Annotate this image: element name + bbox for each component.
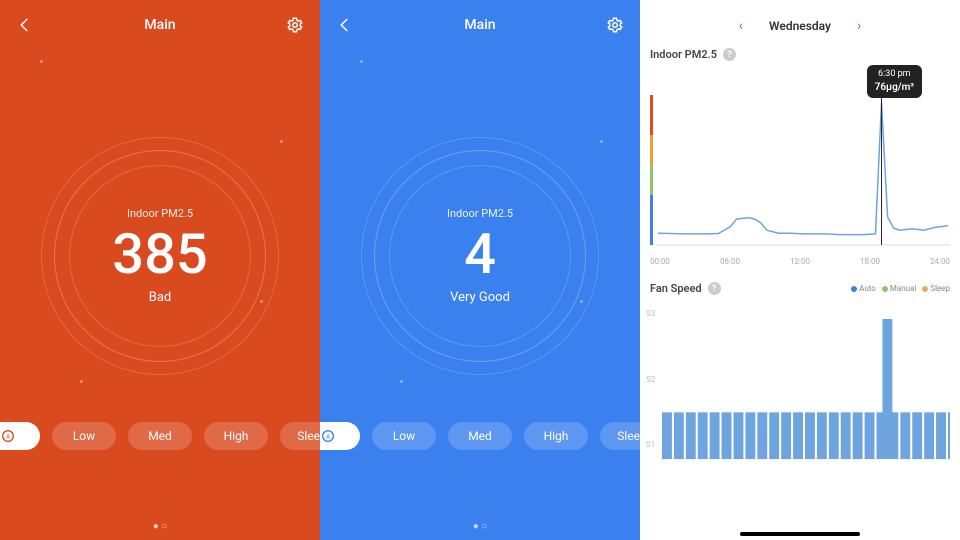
gear-icon[interactable]: [604, 14, 626, 36]
mode-low[interactable]: Low: [372, 422, 436, 450]
day-navigator: ‹ Wednesday ›: [640, 18, 960, 34]
home-indicator: [740, 532, 860, 536]
back-icon[interactable]: [14, 14, 36, 36]
prev-day-icon[interactable]: ‹: [739, 18, 743, 34]
next-day-icon[interactable]: ›: [857, 18, 861, 34]
app-triptych: Main Indoor PM2.5 385 Bad A Low Med High…: [0, 0, 960, 540]
help-icon[interactable]: ?: [708, 282, 721, 295]
fan-chart[interactable]: S3 S2 S1: [650, 299, 950, 469]
metric-status: Bad: [149, 290, 172, 305]
metric-status: Very Good: [450, 290, 510, 305]
topbar: Main: [0, 0, 320, 40]
back-icon[interactable]: [334, 14, 356, 36]
mode-auto[interactable]: A: [0, 422, 40, 450]
mode-selector: A Low Med High Sleep: [0, 422, 320, 450]
pm25-xticks: 00:0006:0012:0018:0024:00: [650, 257, 950, 266]
main-screen-good: Main Indoor PM2.5 4 Very Good A Low Med …: [320, 0, 640, 540]
mode-sleep[interactable]: Sleep: [600, 422, 640, 450]
day-label: Wednesday: [769, 19, 831, 33]
metric-label: Indoor PM2.5: [127, 207, 193, 220]
metric-value: 4: [464, 224, 496, 286]
legend-sleep: Sleep: [922, 284, 950, 293]
help-icon[interactable]: ?: [723, 48, 736, 61]
tooltip-value: 76µg/m³: [875, 81, 914, 94]
history-screen: ‹ Wednesday › Indoor PM2.5 ? 6:30 pm 76µ…: [640, 0, 960, 540]
mode-high[interactable]: High: [524, 422, 588, 450]
legend-auto: Auto: [851, 284, 876, 293]
chart-tooltip: 6:30 pm 76µg/m³: [867, 65, 922, 98]
mode-med[interactable]: Med: [448, 422, 512, 450]
screen-title: Main: [464, 17, 495, 33]
pm25-chart[interactable]: 6:30 pm 76µg/m³: [650, 65, 950, 255]
pm25-section-label: Indoor PM2.5 ?: [650, 48, 960, 61]
mode-low[interactable]: Low: [52, 422, 116, 450]
mode-sleep[interactable]: Sleep: [280, 422, 320, 450]
page-dots: ● ○: [320, 521, 640, 532]
screen-title: Main: [144, 17, 175, 33]
mode-auto[interactable]: A: [320, 422, 360, 450]
mode-selector: A Low Med High Sleep: [320, 422, 640, 450]
topbar: Main: [320, 0, 640, 40]
fan-yticks: S3 S2 S1: [646, 309, 655, 449]
metric-label: Indoor PM2.5: [447, 207, 513, 220]
pm25-label-text: Indoor PM2.5: [650, 48, 717, 61]
svg-text:A: A: [326, 433, 331, 441]
metric-value: 385: [112, 224, 207, 286]
fan-label-text: Fan Speed: [650, 282, 702, 295]
mode-med[interactable]: Med: [128, 422, 192, 450]
mode-high[interactable]: High: [204, 422, 268, 450]
main-screen-bad: Main Indoor PM2.5 385 Bad A Low Med High…: [0, 0, 320, 540]
page-dots: ● ○: [0, 521, 320, 532]
gear-icon[interactable]: [284, 14, 306, 36]
fan-legend: Auto Manual Sleep: [851, 284, 950, 293]
reading-dial: Indoor PM2.5 385 Bad: [0, 150, 320, 362]
fan-bar-svg: [650, 299, 950, 469]
legend-manual: Manual: [882, 284, 916, 293]
reading-dial: Indoor PM2.5 4 Very Good: [320, 150, 640, 362]
svg-text:A: A: [6, 433, 11, 441]
tooltip-time: 6:30 pm: [875, 69, 914, 81]
